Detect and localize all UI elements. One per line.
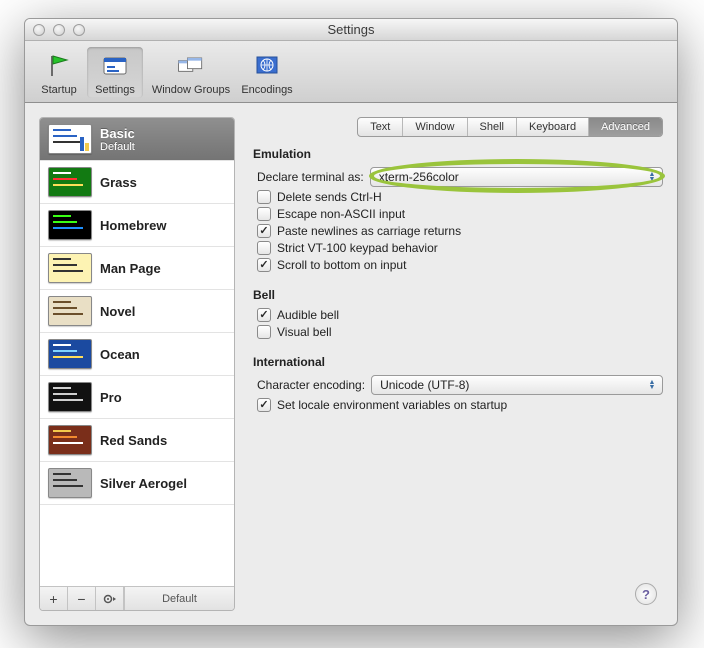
- emulation-option-checkbox[interactable]: [257, 241, 271, 255]
- section-emulation-title: Emulation: [253, 147, 663, 161]
- profile-item[interactable]: BasicDefault: [40, 118, 234, 161]
- remove-profile-button[interactable]: −: [68, 587, 96, 610]
- tab-window[interactable]: Window: [403, 118, 467, 136]
- toolbar-startup[interactable]: Startup: [31, 47, 87, 98]
- emulation-option-checkbox[interactable]: [257, 190, 271, 204]
- chevron-updown-icon: ▲▼: [646, 378, 658, 392]
- settings-window: Settings Startup Settings Window Groups …: [24, 18, 678, 626]
- declare-terminal-select[interactable]: xterm-256color ▲▼: [370, 167, 663, 187]
- profile-name: Grass: [100, 175, 137, 190]
- tab-shell[interactable]: Shell: [468, 118, 517, 136]
- profile-item[interactable]: Pro: [40, 376, 234, 419]
- bell-option-label: Audible bell: [277, 308, 339, 322]
- traffic-lights: [25, 24, 85, 36]
- locale-checkbox[interactable]: [257, 398, 271, 412]
- profile-thumbnail: [48, 253, 92, 283]
- profile-thumbnail: [48, 425, 92, 455]
- window-groups-icon: [175, 50, 207, 82]
- profile-item[interactable]: Silver Aerogel: [40, 462, 234, 505]
- profile-actions-button[interactable]: [96, 587, 124, 610]
- encoding-label: Character encoding:: [257, 378, 365, 392]
- toolbar-settings[interactable]: Settings: [87, 47, 143, 98]
- emulation-option-checkbox[interactable]: [257, 258, 271, 272]
- titlebar[interactable]: Settings: [25, 19, 677, 41]
- help-button[interactable]: ?: [635, 583, 657, 605]
- set-default-button[interactable]: Default: [124, 587, 234, 610]
- toolbar-window-groups[interactable]: Window Groups: [143, 47, 239, 98]
- zoom-icon[interactable]: [73, 24, 85, 36]
- profile-thumbnail: [48, 296, 92, 326]
- settings-content: TextWindowShellKeyboardAdvanced Emulatio…: [249, 117, 663, 611]
- encoding-select[interactable]: Unicode (UTF-8) ▲▼: [371, 375, 663, 395]
- emulation-option-label: Paste newlines as carriage returns: [277, 224, 461, 238]
- bell-option-checkbox[interactable]: [257, 308, 271, 322]
- profile-name: Ocean: [100, 347, 140, 362]
- toolbar: Startup Settings Window Groups Encodings: [25, 41, 677, 103]
- profile-item[interactable]: Grass: [40, 161, 234, 204]
- tab-keyboard[interactable]: Keyboard: [517, 118, 589, 136]
- section-bell-title: Bell: [253, 288, 663, 302]
- profile-list[interactable]: BasicDefault Grass Homebrew Man Page Novel Oc…: [40, 118, 234, 586]
- profile-thumbnail: [48, 339, 92, 369]
- profile-subtitle: Default: [100, 141, 135, 153]
- gear-icon: [102, 592, 118, 606]
- globe-icon: [251, 50, 283, 82]
- profile-item[interactable]: Homebrew: [40, 204, 234, 247]
- profile-thumbnail: [48, 382, 92, 412]
- profile-name: Man Page: [100, 261, 161, 276]
- flag-icon: [43, 50, 75, 82]
- emulation-option-label: Delete sends Ctrl-H: [277, 190, 382, 204]
- declare-terminal-label: Declare terminal as:: [257, 170, 364, 184]
- profile-item[interactable]: Ocean: [40, 333, 234, 376]
- profile-name: Homebrew: [100, 218, 166, 233]
- profile-thumbnail: [48, 167, 92, 197]
- profile-name: Pro: [100, 390, 122, 405]
- profile-thumbnail: [48, 124, 92, 154]
- profile-thumbnail: [48, 210, 92, 240]
- emulation-option-label: Scroll to bottom on input: [277, 258, 406, 272]
- section-international-title: International: [253, 355, 663, 369]
- emulation-option-checkbox[interactable]: [257, 224, 271, 238]
- add-profile-button[interactable]: +: [40, 587, 68, 610]
- profile-item[interactable]: Man Page: [40, 247, 234, 290]
- profile-item[interactable]: Red Sands: [40, 419, 234, 462]
- tab-text[interactable]: Text: [358, 118, 403, 136]
- profiles-sidebar: BasicDefaultGrassHomebrewMan PageNovelOc…: [39, 117, 235, 611]
- profile-name: Basic: [100, 126, 135, 141]
- profile-item[interactable]: Novel: [40, 290, 234, 333]
- minimize-icon[interactable]: [53, 24, 65, 36]
- profile-name: Silver Aerogel: [100, 476, 187, 491]
- close-icon[interactable]: [33, 24, 45, 36]
- sidebar-footer: + − Default: [40, 586, 234, 610]
- profile-name: Novel: [100, 304, 135, 319]
- tab-advanced[interactable]: Advanced: [589, 118, 662, 136]
- terminal-settings-icon: [99, 50, 131, 82]
- profile-name: Red Sands: [100, 433, 167, 448]
- window-title: Settings: [25, 22, 677, 37]
- profile-thumbnail: [48, 468, 92, 498]
- chevron-updown-icon: ▲▼: [646, 170, 658, 184]
- bell-option-checkbox[interactable]: [257, 325, 271, 339]
- toolbar-encodings[interactable]: Encodings: [239, 47, 295, 98]
- emulation-option-label: Strict VT-100 keypad behavior: [277, 241, 438, 255]
- tabs: TextWindowShellKeyboardAdvanced: [249, 117, 663, 137]
- emulation-option-checkbox[interactable]: [257, 207, 271, 221]
- emulation-option-label: Escape non-ASCII input: [277, 207, 405, 221]
- bell-option-label: Visual bell: [277, 325, 331, 339]
- locale-label: Set locale environment variables on star…: [277, 398, 507, 412]
